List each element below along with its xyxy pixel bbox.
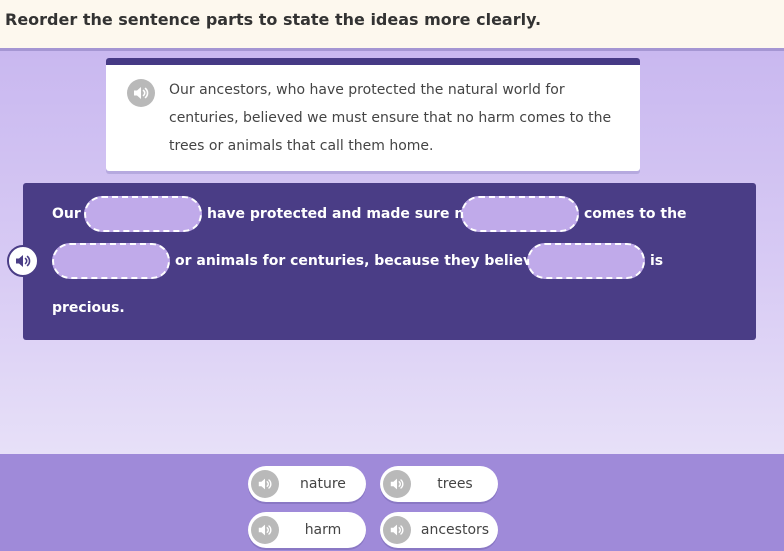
- sentence-part-6: precious.: [52, 300, 125, 316]
- word-chip-harm[interactable]: harm: [248, 512, 366, 548]
- instruction-text: Reorder the sentence parts to state the …: [5, 10, 542, 29]
- answer-slot-3[interactable]: [52, 243, 170, 279]
- sentence-part-1: Our: [52, 206, 81, 222]
- word-chip-ancestors[interactable]: ancestors: [380, 512, 498, 548]
- speaker-icon[interactable]: [383, 516, 411, 544]
- word-chip-label: harm: [304, 522, 342, 538]
- answer-slot-4[interactable]: [527, 243, 645, 279]
- speaker-icon[interactable]: [251, 516, 279, 544]
- word-chip-label: ancestors: [420, 522, 490, 538]
- sentence-panel: Our have protected and made sure no come…: [23, 183, 756, 340]
- sentence-part-5: is: [650, 253, 664, 269]
- sentence-speaker-icon[interactable]: [7, 245, 39, 277]
- speaker-icon[interactable]: [251, 470, 279, 498]
- sentence-part-2: have protected and made sure no: [207, 206, 474, 222]
- word-chip-label: trees: [437, 476, 473, 492]
- word-chip-label: nature: [300, 476, 346, 492]
- speaker-icon[interactable]: [127, 79, 155, 107]
- prompt-text: Our ancestors, who have protected the na…: [169, 82, 612, 154]
- sentence-part-4: or animals for centuries, because they b…: [175, 253, 552, 269]
- answer-slot-1[interactable]: [84, 196, 202, 232]
- word-chip-trees[interactable]: trees: [380, 466, 498, 502]
- word-chip-nature[interactable]: nature: [248, 466, 366, 502]
- instruction-bar: Reorder the sentence parts to state the …: [0, 0, 784, 51]
- sentence-part-3: comes to the: [584, 206, 687, 222]
- speaker-icon[interactable]: [383, 470, 411, 498]
- answer-slot-2[interactable]: [461, 196, 579, 232]
- prompt-card: Our ancestors, who have protected the na…: [106, 58, 640, 171]
- word-bank: nature trees harm ancestors: [0, 454, 784, 551]
